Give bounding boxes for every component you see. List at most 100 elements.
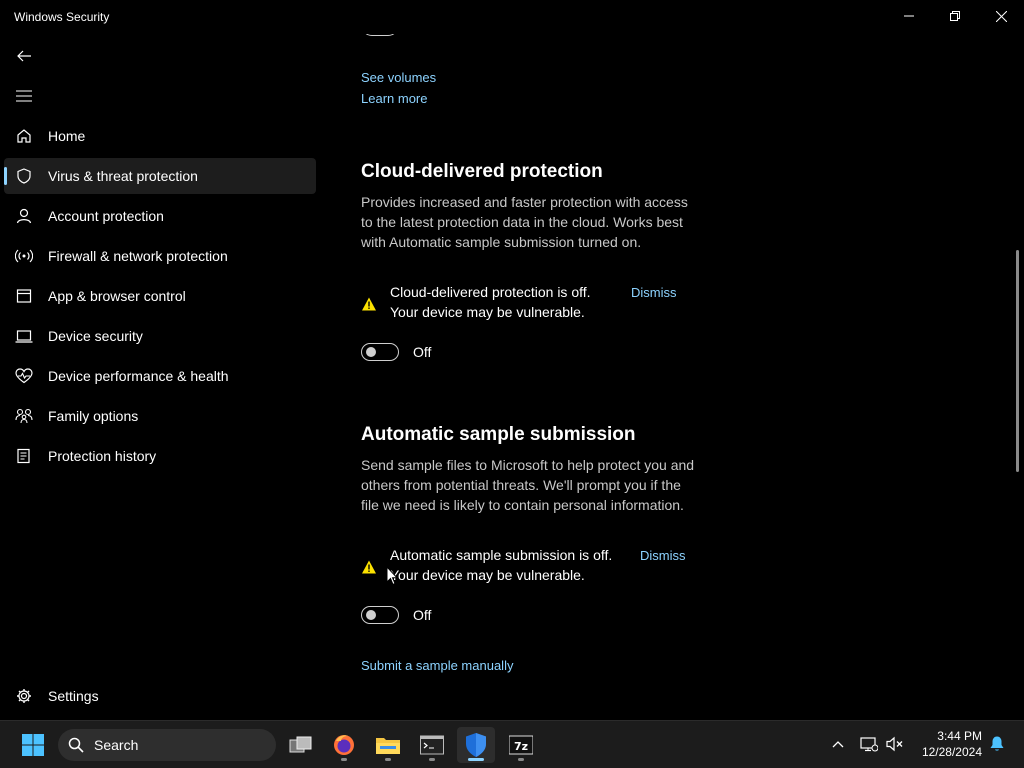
person-icon	[14, 207, 34, 225]
network-icon	[860, 737, 878, 752]
notifications-button[interactable]	[986, 733, 1008, 755]
scrollbar-thumb[interactable]	[1016, 250, 1019, 472]
7zip-icon: 7z	[509, 735, 533, 755]
running-indicator	[341, 758, 347, 761]
sidebar-item-label: Virus & threat protection	[48, 168, 198, 184]
sample-submission-title: Automatic sample submission	[361, 424, 636, 445]
toggle-knob	[366, 610, 376, 620]
title-bar: Windows Security	[0, 0, 1024, 34]
back-button[interactable]	[10, 44, 38, 68]
hamburger-icon	[16, 90, 32, 102]
sample-dismiss-link[interactable]: Dismiss	[640, 548, 686, 563]
task-view-button[interactable]	[282, 727, 320, 763]
laptop-icon	[14, 327, 34, 345]
task-view-icon	[289, 736, 312, 753]
restore-icon	[950, 11, 960, 21]
taskbar-search[interactable]: Search	[58, 729, 276, 761]
sidebar-item-label: Device security	[48, 328, 143, 344]
sidebar-item-label: Device performance & health	[48, 368, 229, 384]
gear-icon	[14, 687, 34, 705]
running-indicator	[385, 758, 391, 761]
shield-icon	[466, 733, 486, 757]
minimize-button[interactable]	[886, 0, 932, 32]
restore-button[interactable]	[932, 0, 978, 32]
mouse-cursor-icon	[386, 566, 398, 586]
search-icon	[68, 737, 84, 753]
clock-date: 12/28/2024	[921, 745, 982, 759]
back-arrow-icon	[17, 50, 31, 62]
toggle-knob	[366, 347, 376, 357]
partial-toggle[interactable]	[361, 34, 399, 36]
home-icon	[14, 127, 34, 145]
sidebar-item-label: Account protection	[48, 208, 164, 224]
sidebar-item-app-browser[interactable]: App & browser control	[4, 278, 316, 314]
sidebar-item-label: Home	[48, 128, 86, 144]
start-button[interactable]	[14, 727, 52, 763]
terminal-icon	[420, 735, 444, 755]
terminal-button[interactable]	[413, 727, 451, 763]
sample-submission-description: Send sample files to Microsoft to help p…	[361, 457, 695, 513]
7zip-button[interactable]: 7z	[502, 727, 540, 763]
learn-more-link[interactable]: Learn more	[361, 91, 427, 106]
cloud-toggle-state: Off	[413, 344, 432, 360]
show-hidden-icons-button[interactable]	[827, 733, 849, 755]
sample-warning-line1: Automatic sample submission is off.	[390, 547, 613, 563]
close-button[interactable]	[978, 0, 1024, 32]
settings-label: Settings	[48, 688, 99, 704]
taskbar-clock[interactable]: 3:44 PM 12/28/2024	[916, 728, 982, 760]
window-title: Windows Security	[14, 10, 110, 24]
running-indicator	[518, 758, 524, 761]
sidebar-item-label: Protection history	[48, 448, 157, 464]
heart-pulse-icon	[14, 367, 34, 385]
sidebar-item-device-performance[interactable]: Device performance & health	[4, 358, 316, 394]
history-icon	[14, 447, 34, 465]
search-placeholder: Search	[94, 737, 139, 753]
menu-button[interactable]	[10, 84, 38, 108]
svg-text:7z: 7z	[514, 740, 528, 753]
shield-icon	[14, 167, 34, 185]
cloud-warning-line2: Your device may be vulnerable.	[390, 304, 585, 320]
warning-icon	[362, 297, 376, 311]
sidebar-item-firewall[interactable]: Firewall & network protection	[4, 238, 316, 274]
sidebar-item-label: Firewall & network protection	[48, 248, 228, 264]
volume-muted-icon	[886, 736, 903, 752]
bell-icon	[990, 736, 1004, 751]
running-indicator	[468, 758, 484, 761]
sample-submission-toggle[interactable]	[361, 606, 399, 624]
see-volumes-link[interactable]: See volumes	[361, 70, 436, 85]
taskbar: Search 7z 3:44 PM 12/28/2024	[0, 720, 1024, 768]
sidebar-item-label: Family options	[48, 408, 139, 424]
chevron-up-icon	[832, 741, 844, 748]
sidebar-item-virus-threat-protection[interactable]: Virus & threat protection	[4, 158, 316, 194]
sidebar-item-account-protection[interactable]: Account protection	[4, 198, 316, 234]
volume-tray-icon[interactable]	[884, 733, 906, 755]
firefox-button[interactable]	[325, 727, 363, 763]
browser-window-icon	[14, 287, 34, 305]
windows-security-button[interactable]	[457, 727, 495, 763]
cloud-warning-line1: Cloud-delivered protection is off.	[390, 284, 591, 300]
sidebar-item-settings[interactable]: Settings	[4, 678, 316, 714]
family-icon	[14, 407, 34, 425]
windows-logo-icon	[22, 734, 44, 756]
sidebar-item-home[interactable]: Home	[4, 118, 316, 154]
wifi-antenna-icon	[14, 247, 34, 265]
warning-icon	[362, 560, 376, 574]
folder-icon	[376, 738, 400, 754]
sidebar-item-family-options[interactable]: Family options	[4, 398, 316, 434]
clock-time: 3:44 PM	[937, 729, 982, 743]
minimize-icon	[904, 15, 914, 17]
cloud-dismiss-link[interactable]: Dismiss	[631, 285, 677, 300]
file-explorer-button[interactable]	[369, 727, 407, 763]
sidebar-item-label: App & browser control	[48, 288, 186, 304]
cloud-protection-toggle[interactable]	[361, 343, 399, 361]
main-content: See volumes Learn more Cloud-delivered p…	[320, 34, 1020, 720]
cloud-protection-title: Cloud-delivered protection	[361, 161, 603, 182]
submit-sample-link[interactable]: Submit a sample manually	[361, 658, 513, 673]
cloud-protection-description: Provides increased and faster protection…	[361, 194, 688, 250]
sidebar-item-device-security[interactable]: Device security	[4, 318, 316, 354]
sample-toggle-state: Off	[413, 607, 432, 623]
network-tray-icon[interactable]	[858, 733, 880, 755]
sidebar: Home Virus & threat protection Account p…	[0, 34, 320, 720]
close-icon	[995, 10, 1007, 22]
sidebar-item-protection-history[interactable]: Protection history	[4, 438, 316, 474]
